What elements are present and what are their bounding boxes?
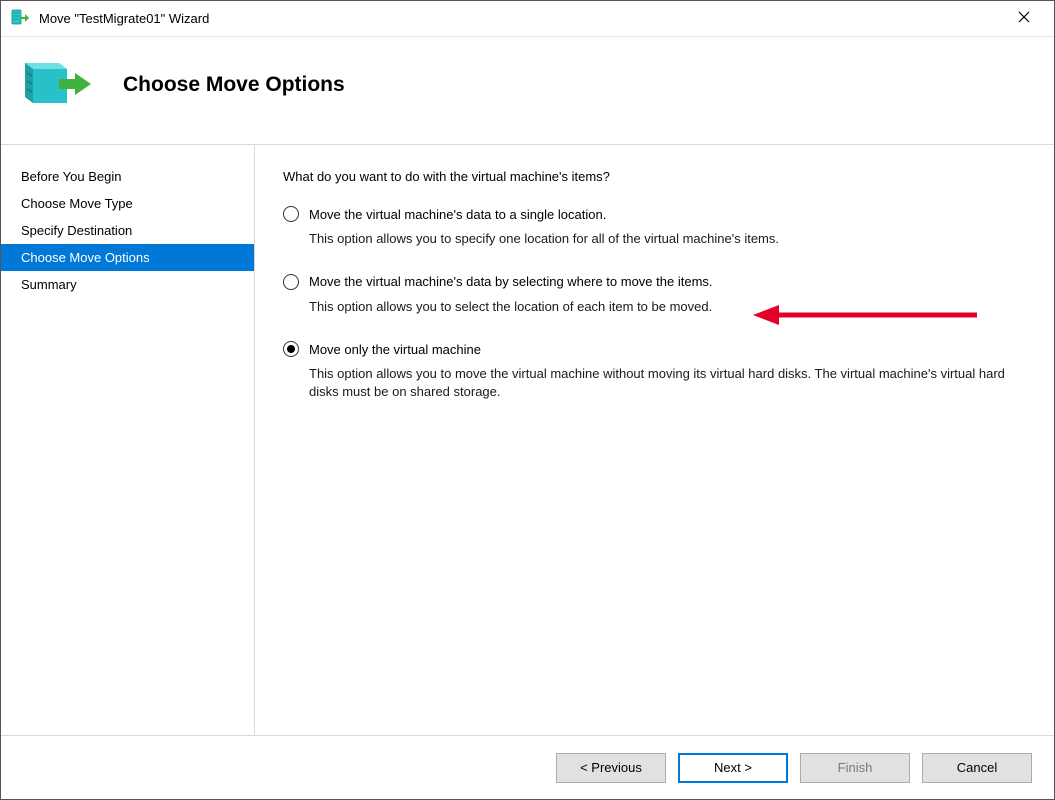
option-select-locations[interactable]: Move the virtual machine's data by selec… — [283, 274, 1026, 316]
wizard-content: What do you want to do with the virtual … — [255, 145, 1054, 735]
next-button[interactable]: Next > — [678, 753, 788, 783]
wizard-steps-sidebar: Before You Begin Choose Move Type Specif… — [1, 145, 255, 735]
sidebar-step-summary[interactable]: Summary — [1, 271, 254, 298]
option-single-location[interactable]: Move the virtual machine's data to a sin… — [283, 206, 1026, 248]
window-title: Move "TestMigrate01" Wizard — [39, 11, 1004, 26]
sidebar-step-before-you-begin[interactable]: Before You Begin — [1, 163, 254, 190]
radio-icon[interactable] — [283, 274, 299, 290]
option-description: This option allows you to select the loc… — [309, 298, 1026, 316]
previous-button[interactable]: < Previous — [556, 753, 666, 783]
radio-icon[interactable] — [283, 341, 299, 357]
content-prompt: What do you want to do with the virtual … — [283, 169, 1026, 184]
option-label: Move only the virtual machine — [309, 342, 481, 357]
wizard-body: Before You Begin Choose Move Type Specif… — [1, 145, 1054, 735]
page-title: Choose Move Options — [123, 73, 345, 97]
close-button[interactable] — [1004, 10, 1044, 28]
option-description: This option allows you to move the virtu… — [309, 365, 1026, 400]
app-icon — [11, 8, 29, 29]
option-label: Move the virtual machine's data by selec… — [309, 274, 713, 289]
option-label: Move the virtual machine's data to a sin… — [309, 207, 606, 222]
wizard-header-icon — [19, 55, 91, 114]
sidebar-step-choose-move-type[interactable]: Choose Move Type — [1, 190, 254, 217]
finish-button[interactable]: Finish — [800, 753, 910, 783]
cancel-button[interactable]: Cancel — [922, 753, 1032, 783]
sidebar-step-choose-move-options[interactable]: Choose Move Options — [1, 244, 254, 271]
option-description: This option allows you to specify one lo… — [309, 230, 1026, 248]
wizard-footer: < Previous Next > Finish Cancel — [1, 735, 1054, 799]
wizard-window: Move "TestMigrate01" Wizard — [0, 0, 1055, 800]
sidebar-step-specify-destination[interactable]: Specify Destination — [1, 217, 254, 244]
radio-icon[interactable] — [283, 206, 299, 222]
wizard-header: Choose Move Options — [1, 37, 1054, 145]
close-icon — [1018, 11, 1030, 23]
titlebar: Move "TestMigrate01" Wizard — [1, 1, 1054, 37]
option-vm-only[interactable]: Move only the virtual machine This optio… — [283, 341, 1026, 400]
